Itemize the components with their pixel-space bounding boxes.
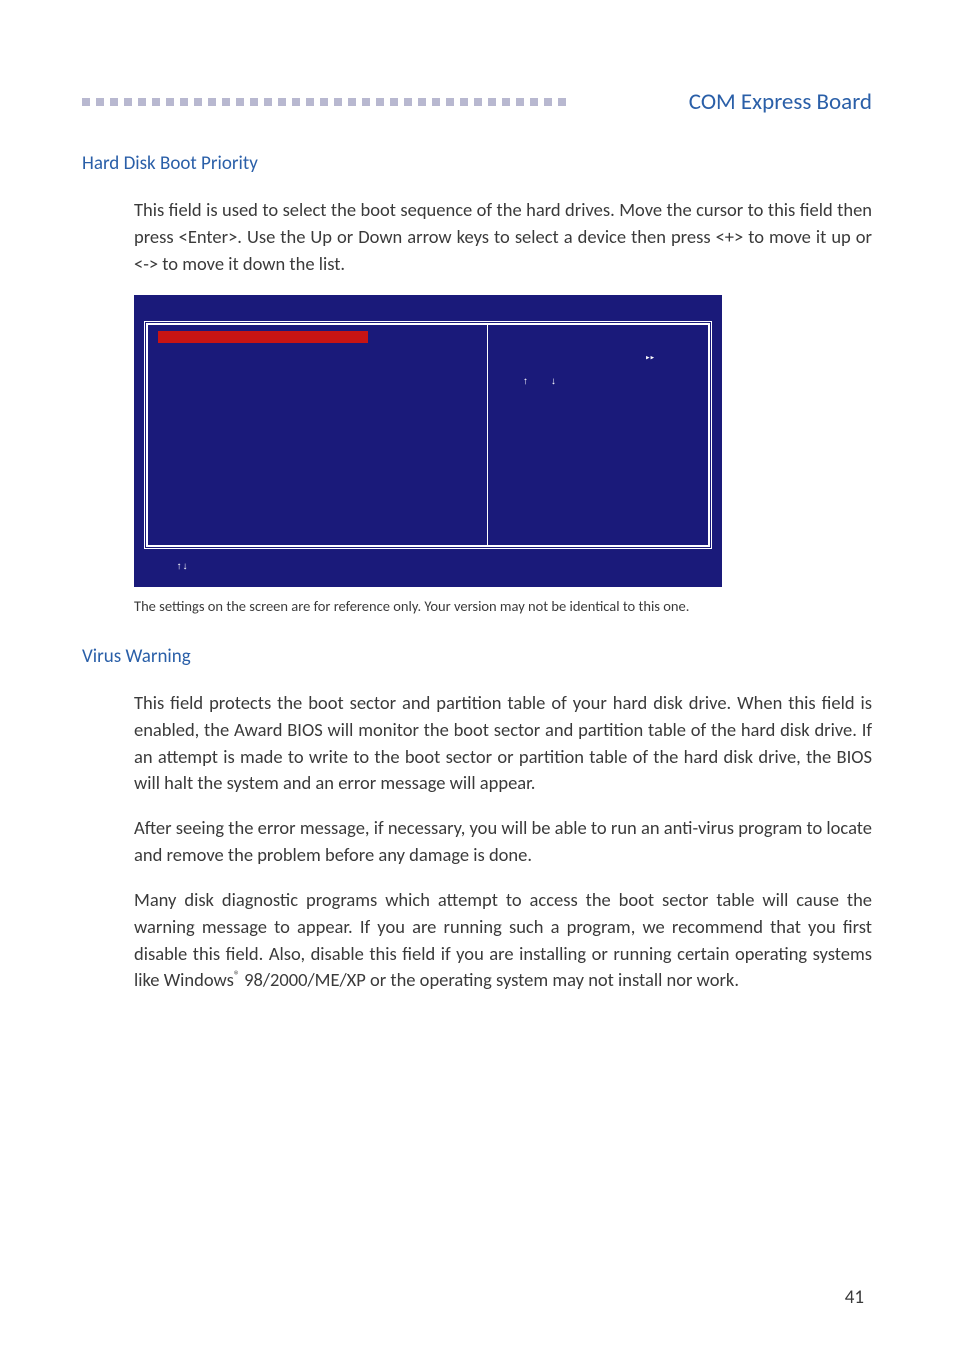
bios-arrow-icons: ↑↓	[522, 377, 578, 388]
virus-warning-para1: This field protects the boot sector and …	[134, 690, 872, 797]
bios-play-icon: ▸▸	[645, 353, 654, 363]
section-heading-hard-disk: Hard Disk Boot Priority	[82, 152, 872, 175]
bios-inner-frame: ▸▸ ↑↓	[146, 323, 710, 547]
bios-footer-arrows: ↑↓	[176, 562, 188, 573]
bios-window: ▸▸ ↑↓ ↑↓	[134, 295, 722, 587]
bios-selection-bar	[158, 331, 368, 343]
figure-caption: The settings on the screen are for refer…	[134, 597, 722, 617]
section-heading-virus-warning: Virus Warning	[82, 645, 872, 668]
bios-help-panel: ▸▸ ↑↓	[487, 325, 708, 545]
virus-warning-para3: Many disk diagnostic programs which atte…	[134, 887, 872, 994]
header-title: COM Express Board	[679, 88, 872, 116]
page-number: 41	[845, 1286, 864, 1309]
hard-disk-paragraph: This field is used to select the boot se…	[134, 197, 872, 277]
bios-left-panel	[148, 325, 487, 545]
bios-titlebar	[134, 295, 722, 323]
header-dots	[82, 97, 679, 107]
bios-screenshot: ▸▸ ↑↓ ↑↓	[134, 295, 722, 587]
virus-warning-para2: After seeing the error message, if neces…	[134, 815, 872, 869]
page-header: COM Express Board	[82, 90, 872, 114]
